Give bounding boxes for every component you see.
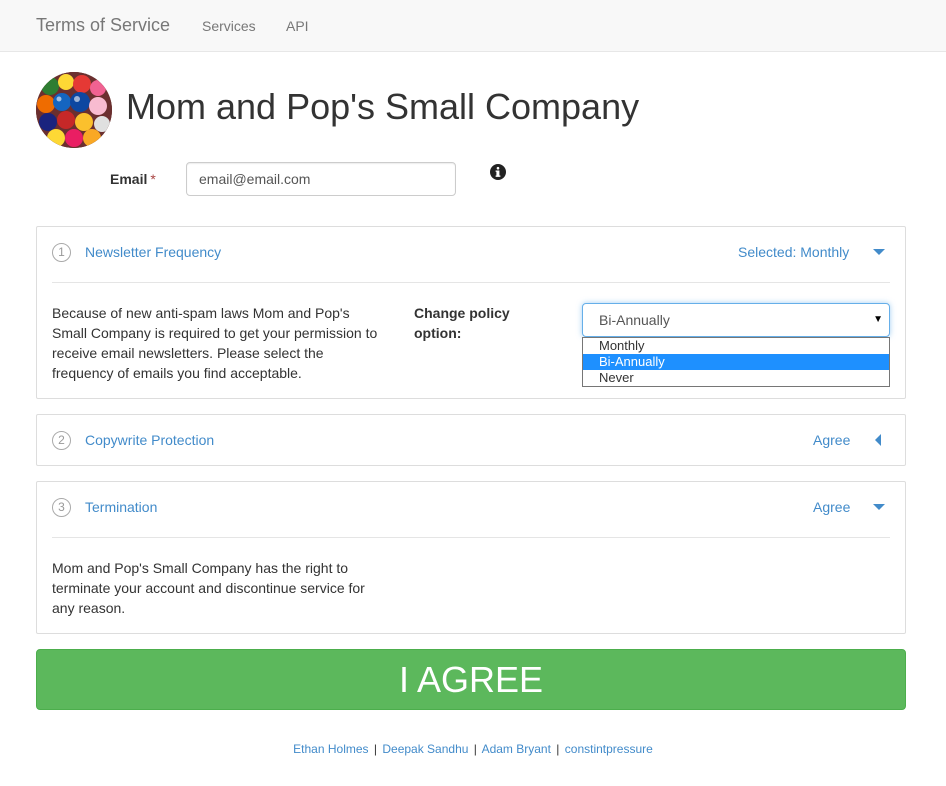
section-body: Because of new anti-spam laws Mom and Po… [52,305,378,381]
section-title[interactable]: Newsletter Frequency [85,244,221,260]
company-logo [36,72,112,148]
section-status: Agree [813,499,851,515]
policy-dropdown: Monthly Bi-Annually Never [582,337,890,387]
navbar-brand[interactable]: Terms of Service [36,15,170,36]
footer: Ethan Holmes | Deepak Sandhu | Adam Brya… [0,742,946,756]
section-copywrite: 2 Copywrite Protection Agree [36,414,906,466]
select-arrow-icon: ▼ [873,314,883,325]
section-header-copywrite[interactable]: 2 Copywrite Protection Agree [37,415,905,465]
separator: | [556,742,560,756]
chevron-down-icon[interactable] [873,504,885,510]
chevron-left-icon[interactable] [875,434,881,446]
nav-link-api[interactable]: API [286,18,309,34]
section-status: Selected: Monthly [738,244,850,260]
divider [52,282,890,283]
divider [52,537,890,538]
info-icon[interactable] [490,164,506,180]
separator: | [473,742,477,756]
step-number: 3 [52,498,71,517]
policy-select-value: Bi-Annually [599,312,670,328]
option-monthly[interactable]: Monthly [583,338,889,354]
author-link[interactable]: Ethan Holmes [293,742,368,756]
option-bi-annually[interactable]: Bi-Annually [583,354,889,370]
author-link[interactable]: constintpressure [565,742,653,756]
navbar: Terms of Service Services API [0,0,946,52]
policy-select[interactable]: Bi-Annually ▼ [582,303,890,337]
separator: | [373,742,378,756]
agree-button[interactable]: I AGREE [36,649,906,710]
email-field[interactable]: email@email.com [186,162,456,196]
author-link[interactable]: Deepak Sandhu [382,742,468,756]
email-label-text: Email [110,171,148,187]
section-body: Mom and Pop's Small Company has the righ… [52,560,365,616]
company-name: Mom and Pop's Small Company [126,86,640,127]
section-termination: 3 Termination Agree Mom and Pop's Small … [36,481,906,634]
section-header-newsletter[interactable]: 1 Newsletter Frequency Selected: Monthly [37,227,905,277]
nav-link-services[interactable]: Services [202,18,256,34]
email-label: Email * [110,171,156,187]
section-header-termination[interactable]: 3 Termination Agree [37,482,905,532]
option-never[interactable]: Never [583,370,889,386]
step-number: 2 [52,431,71,450]
step-number: 1 [52,243,71,262]
section-newsletter: 1 Newsletter Frequency Selected: Monthly… [36,226,906,399]
chevron-down-icon[interactable] [873,249,885,255]
section-title[interactable]: Copywrite Protection [85,432,214,448]
policy-label: Change policy option: [414,305,510,341]
section-status: Agree [813,432,851,448]
author-link[interactable]: Adam Bryant [482,742,551,756]
section-title[interactable]: Termination [85,499,157,515]
required-mark: * [150,171,156,187]
